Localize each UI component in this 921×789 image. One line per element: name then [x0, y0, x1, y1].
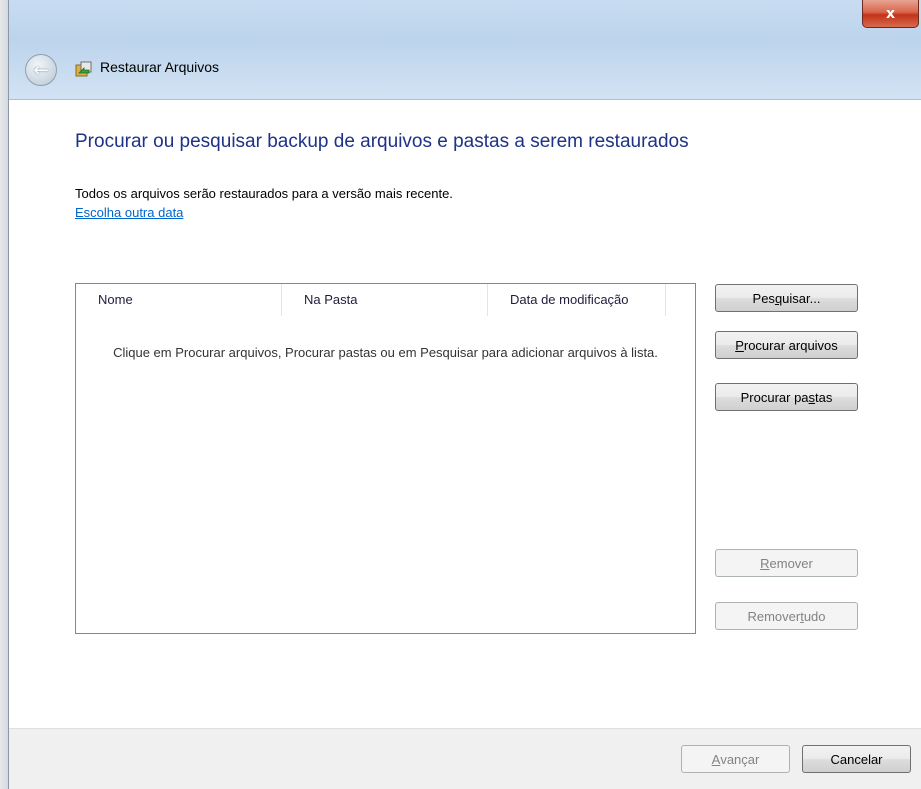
search-label-key: q: [774, 290, 783, 306]
title-bar: x ← Restaurar Arquivos: [9, 0, 921, 100]
empty-list-message: Clique em Procurar arquivos, Procurar pa…: [113, 345, 658, 360]
search-label-pre: Pes: [752, 290, 775, 306]
back-arrow-icon: ←: [33, 59, 49, 81]
cancel-button[interactable]: Cancelar: [802, 745, 911, 773]
close-button[interactable]: x: [862, 0, 919, 28]
column-header-name[interactable]: Nome: [76, 284, 282, 316]
remove-label-post: emover: [769, 555, 813, 571]
wizard-content: Procurar ou pesquisar backup de arquivos…: [9, 100, 921, 789]
choose-other-date-link[interactable]: Escolha outra data: [75, 205, 183, 220]
page-heading: Procurar ou pesquisar backup de arquivos…: [75, 131, 689, 152]
window-title: Restaurar Arquivos: [100, 59, 220, 75]
list-header: Nome Na Pasta Data de modificação: [76, 284, 695, 316]
restore-files-icon: [75, 61, 92, 77]
wizard-footer: Avançar Cancelar: [9, 728, 921, 789]
files-list[interactable]: Nome Na Pasta Data de modificação Clique…: [75, 283, 696, 634]
next-label-post: vançar: [720, 751, 760, 767]
remove-label-key: R: [760, 555, 770, 571]
browse-folders-label-post: tas: [815, 389, 833, 405]
next-button[interactable]: Avançar: [681, 745, 790, 773]
remove-all-label-pre: Remover: [747, 608, 801, 624]
next-label-key: A: [711, 751, 721, 767]
back-button[interactable]: ←: [25, 54, 57, 86]
info-text: Todos os arquivos serão restaurados para…: [75, 186, 453, 201]
browse-folders-label-pre: Procurar pa: [740, 389, 809, 405]
browse-folders-button[interactable]: Procurar pa s tas: [715, 383, 858, 411]
browse-files-label-post: rocurar arquivos: [743, 337, 838, 353]
remove-all-button[interactable]: Remover t udo: [715, 602, 858, 630]
remove-button[interactable]: Remover: [715, 549, 858, 577]
restore-files-window: x ← Restaurar Arquivos Procurar ou pesqu…: [8, 0, 921, 789]
remove-all-label-post: udo: [803, 608, 826, 624]
close-icon: x: [885, 5, 896, 22]
column-header-folder[interactable]: Na Pasta: [282, 284, 488, 316]
browse-files-label-key: P: [735, 337, 744, 353]
browse-files-button[interactable]: Procurar arquivos: [715, 331, 858, 359]
search-button[interactable]: Pes q uisar...: [715, 284, 858, 312]
search-label-post: uisar...: [782, 290, 821, 306]
column-header-modified-date[interactable]: Data de modificação: [488, 284, 666, 316]
